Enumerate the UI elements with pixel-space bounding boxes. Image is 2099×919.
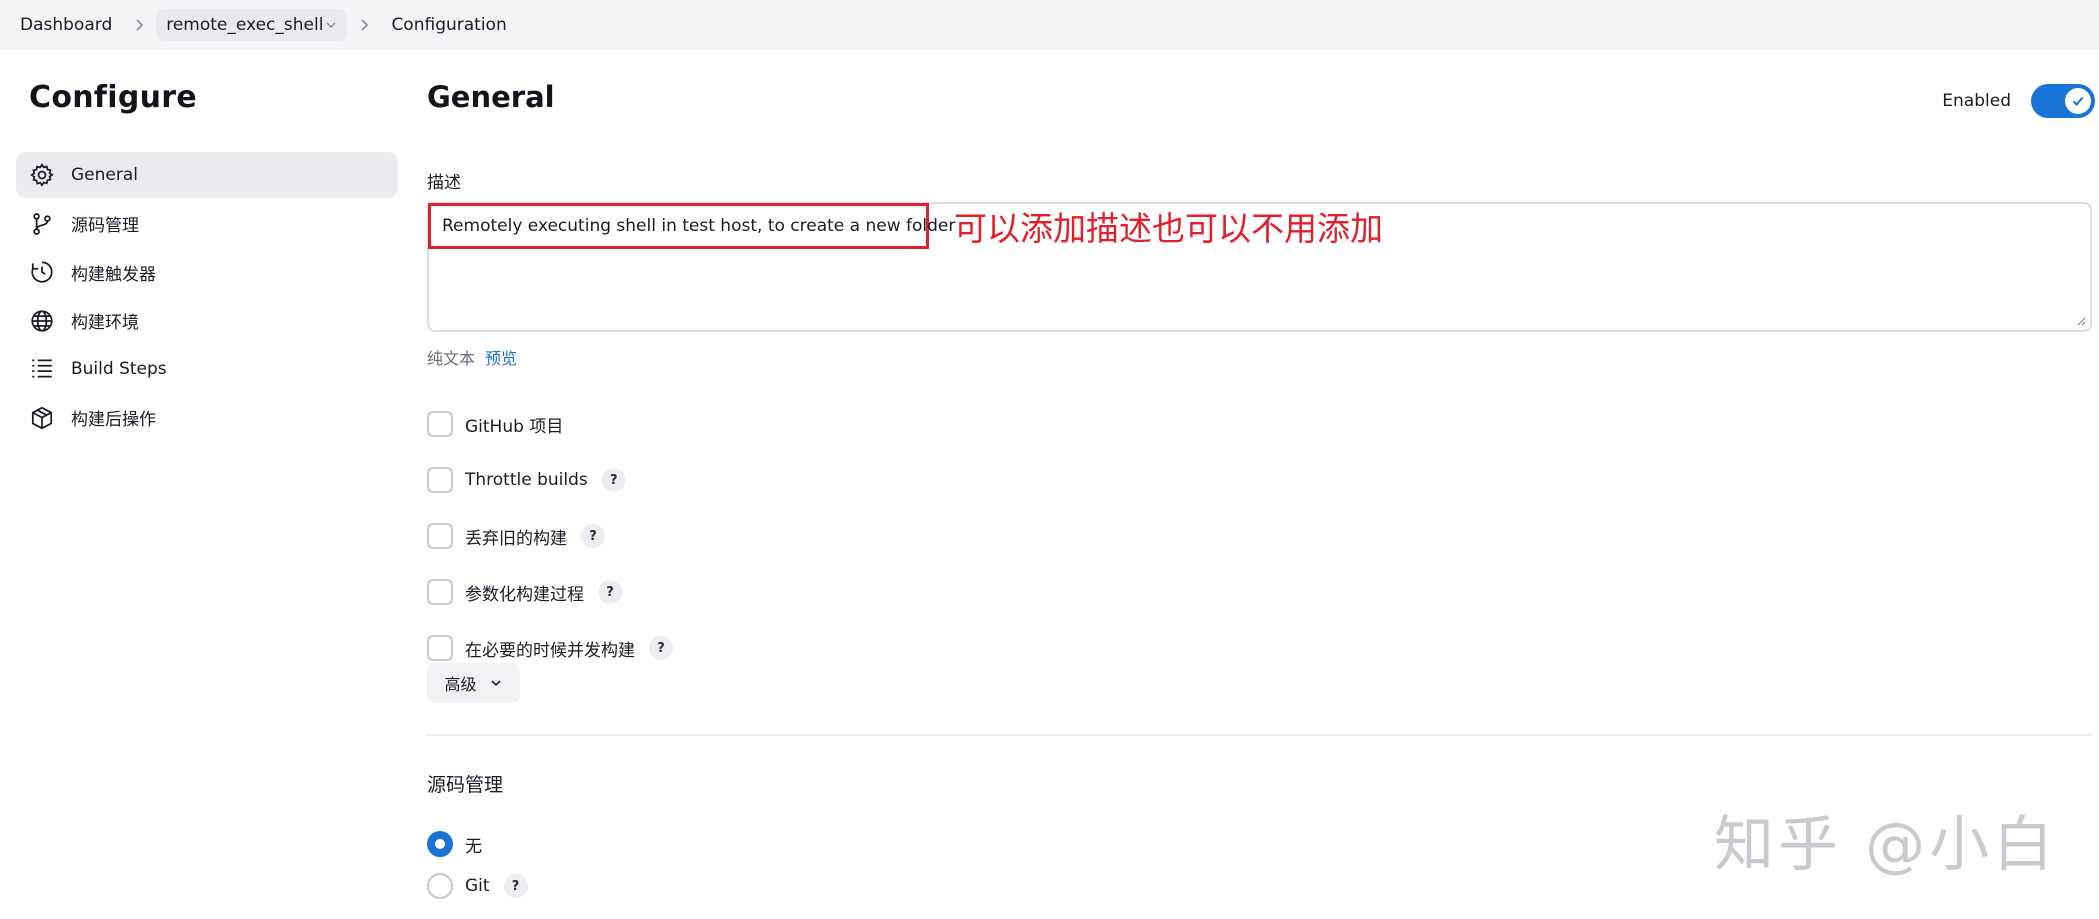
description-format-row: 纯文本 预览 [427, 345, 517, 369]
sidebar-nav: General 源码管理 构建触发器 构建环境 Build Steps 构建后操… [16, 152, 398, 443]
check-icon [2072, 96, 2084, 106]
toggle-knob [2065, 88, 2091, 114]
chevron-down-icon [490, 680, 501, 687]
checkbox[interactable] [427, 635, 453, 661]
section-divider [427, 734, 2092, 736]
scm-section-title: 源码管理 [427, 774, 504, 796]
sidebar-item-environment[interactable]: 构建环境 [16, 298, 398, 344]
checkbox[interactable] [427, 411, 453, 437]
package-icon [31, 406, 53, 429]
page-title: General [427, 80, 555, 114]
advanced-label: 高级 [444, 675, 477, 694]
sidebar-item-label: 构建后操作 [71, 410, 156, 430]
annotation-text: 可以添加描述也可以不用添加 [954, 209, 1383, 248]
scm-option-git[interactable]: Git ? [427, 865, 528, 907]
sidebar-item-scm[interactable]: 源码管理 [16, 201, 398, 247]
help-icon[interactable]: ? [649, 636, 673, 660]
sidebar-item-label: 构建触发器 [71, 264, 156, 285]
scm-options: 无 Git ? [427, 823, 528, 907]
option-label: GitHub 项目 [465, 416, 564, 437]
radio-button[interactable] [427, 873, 453, 899]
branch-icon [33, 212, 51, 235]
sidebar-title: Configure [29, 80, 197, 115]
breadcrumb-job-label: remote_exec_shell [166, 15, 324, 35]
sidebar-item-label: Build Steps [71, 359, 167, 379]
breadcrumb-dashboard[interactable]: Dashboard [20, 9, 122, 41]
checkbox[interactable] [427, 579, 453, 605]
description-label: 描述 [427, 173, 461, 193]
breadcrumb-job[interactable]: remote_exec_shell [156, 9, 348, 41]
chevron-down-icon[interactable] [325, 19, 337, 31]
enabled-toggle[interactable] [2031, 84, 2095, 118]
scm-option-none[interactable]: 无 [427, 823, 528, 865]
sidebar-item-general[interactable]: General [16, 152, 398, 198]
help-icon[interactable]: ? [598, 580, 622, 604]
option-discard-old-builds[interactable]: 丢弃旧的构建 ? [427, 508, 673, 564]
description-value[interactable]: Remotely executing shell in test host, t… [428, 203, 955, 249]
option-github-project[interactable]: GitHub 项目 [427, 396, 673, 452]
enabled-label: Enabled [1942, 91, 2011, 111]
option-label: Throttle builds [465, 470, 588, 490]
advanced-button[interactable]: 高级 [427, 663, 520, 703]
sidebar-item-label: General [71, 165, 138, 185]
radio-label: Git [465, 876, 490, 896]
option-parameterized-build[interactable]: 参数化构建过程 ? [427, 564, 673, 620]
sidebar-item-build-steps[interactable]: Build Steps [16, 346, 398, 392]
checkbox[interactable] [427, 523, 453, 549]
breadcrumb-configuration: Configuration [391, 15, 507, 35]
chevron-right-icon [136, 19, 144, 31]
option-label: 丢弃旧的构建 [465, 528, 567, 549]
sidebar-item-label: 构建环境 [71, 313, 139, 333]
resize-grip-icon[interactable] [2076, 316, 2086, 326]
gear-icon [30, 163, 54, 187]
general-options: GitHub 项目 Throttle builds ? 丢弃旧的构建 ? 参数化… [427, 396, 673, 676]
sidebar-item-label: 源码管理 [71, 216, 139, 236]
radio-button[interactable] [427, 831, 453, 857]
help-icon[interactable]: ? [503, 874, 528, 898]
enabled-control: Enabled [1942, 84, 2095, 118]
list-icon [32, 359, 52, 378]
plain-text-label: 纯文本 [427, 349, 476, 368]
sidebar-item-post-build[interactable]: 构建后操作 [16, 395, 398, 441]
clock-icon [31, 261, 53, 283]
help-icon[interactable]: ? [581, 524, 605, 548]
help-icon[interactable]: ? [601, 468, 626, 492]
checkbox[interactable] [427, 467, 453, 493]
breadcrumb: Dashboard remote_exec_shell Configuratio… [0, 0, 2099, 50]
watermark: 知乎 @小白 [1714, 810, 2058, 880]
preview-link[interactable]: 预览 [485, 349, 517, 368]
radio-label: 无 [465, 836, 482, 857]
sidebar-item-triggers[interactable]: 构建触发器 [16, 249, 398, 295]
option-label: 参数化构建过程 [465, 584, 584, 605]
option-label: 在必要的时候并发构建 [465, 640, 635, 661]
chevron-right-icon [361, 19, 369, 31]
globe-icon [31, 309, 53, 332]
option-throttle-builds[interactable]: Throttle builds ? [427, 452, 673, 508]
